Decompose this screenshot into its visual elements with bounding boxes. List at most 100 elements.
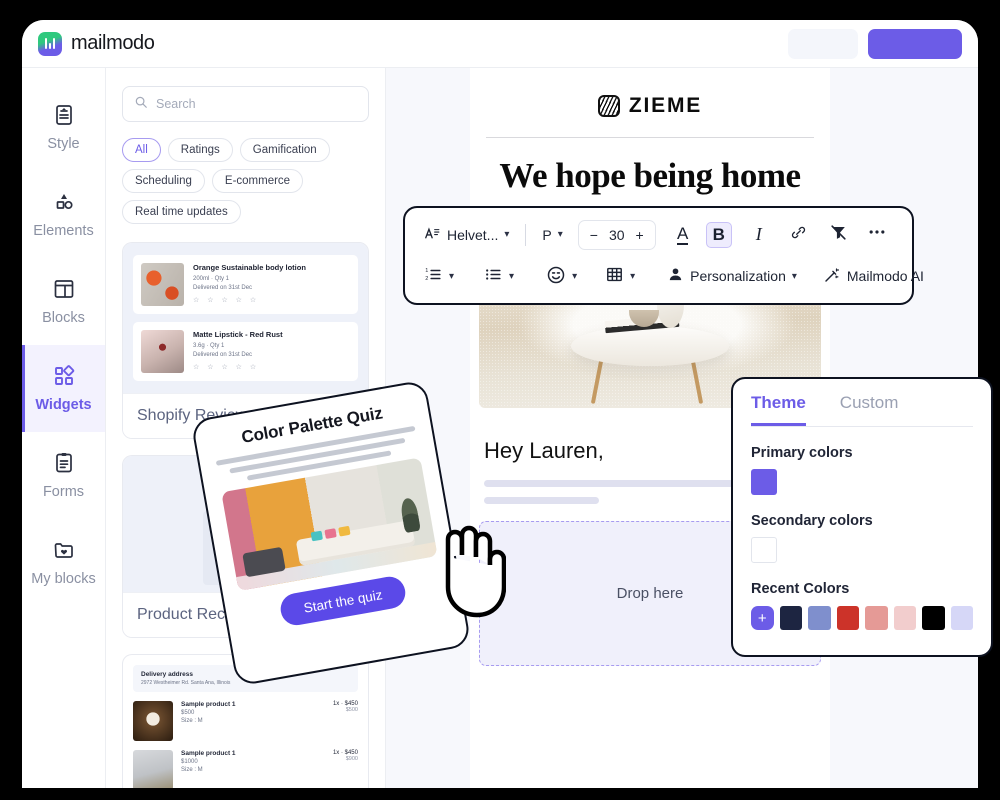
italic-button[interactable]: I [746,222,772,248]
link-button[interactable] [786,222,812,248]
decor-table-top [571,326,729,366]
app-header: mailmodo [22,20,978,68]
order-item-price: $500 [181,710,195,716]
svg-text:1: 1 [425,268,428,274]
product-meta: 3.6g · Qty 1 [193,343,225,349]
header-secondary-button[interactable] [788,28,858,59]
svg-text:2: 2 [425,276,428,282]
font-size-increment-button[interactable]: + [636,227,644,243]
table-dropdown[interactable]: ▾ [600,262,640,290]
filter-chip-gamification[interactable]: Gamification [239,138,330,162]
list-item: Matte Lipstick - Red Rust 3.6g · Qty 1 D… [133,322,358,381]
toolbar-row-1: Helvet... ▾ P ▾ − 30 + A B I [419,214,898,256]
search-input[interactable] [156,97,357,111]
ordered-list-dropdown[interactable]: 1 2 ▾ [419,262,459,290]
primary-color-swatch[interactable] [751,469,777,495]
clear-formatting-icon [829,223,848,247]
sidebar-item-style[interactable]: Style [22,84,105,171]
blocks-icon [52,277,76,301]
rating-stars[interactable]: ☆ ☆ ☆ ☆ ☆ [193,296,306,304]
start-quiz-button[interactable]: Start the quiz [278,574,408,628]
text-color-button[interactable]: A [670,222,696,248]
color-picker-panel: Theme Custom Primary colors Secondary co… [731,377,993,657]
order-item-size: Size : M [181,718,203,724]
sidebar-rail: Style Elements Blocks Widgets Forms My b… [22,68,106,788]
recent-color-swatch[interactable] [893,606,916,630]
add-color-button[interactable]: + [751,606,774,630]
tab-custom[interactable]: Custom [840,393,899,426]
filter-chip-all[interactable]: All [122,138,161,162]
recent-color-swatch[interactable] [808,606,831,630]
more-options-icon [867,222,887,247]
drop-zone-label: Drop here [616,585,684,602]
ordered-list-icon: 1 2 [424,265,443,287]
sidebar-item-widgets[interactable]: Widgets [22,345,105,432]
table-row: Sample product 1 $1000 Size : M 1x · $45… [133,750,358,788]
sidebar-label-blocks: Blocks [42,310,85,326]
tab-theme[interactable]: Theme [751,393,806,426]
mailmodo-ai-label: Mailmodo AI [846,268,924,285]
decor-table-leg [590,360,604,404]
filter-chip-real-time-updates[interactable]: Real time updates [122,200,241,224]
divider [486,137,814,138]
recent-color-swatch[interactable] [865,606,888,630]
recent-colors-label: Recent Colors [751,581,850,597]
recent-color-swatch[interactable] [950,606,973,630]
sidebar-label-my-blocks: My blocks [31,571,96,587]
product-delivery: Delivered on 31st Dec [193,285,253,291]
chevron-down-icon: ▾ [557,229,563,241]
sidebar-item-blocks[interactable]: Blocks [22,258,105,345]
personalization-dropdown[interactable]: Personalization ▾ [662,263,802,289]
bullet-list-icon [484,265,503,287]
emoji-dropdown[interactable]: ▾ [541,262,582,291]
sidebar-item-my-blocks[interactable]: My blocks [22,519,105,606]
chevron-down-icon: ▾ [449,270,455,282]
bullet-list-dropdown[interactable]: ▾ [479,262,519,290]
personalization-label: Personalization [690,268,786,285]
my-blocks-icon [52,538,76,562]
mailmodo-ai-button[interactable]: Mailmodo AI [818,263,929,290]
table-icon [605,265,624,287]
filter-chip-ratings[interactable]: Ratings [167,138,233,162]
screenshot-root: mailmodo Style Elements Blocks Widgets F… [0,0,1000,800]
recent-color-swatch[interactable] [779,606,802,630]
search-box[interactable] [122,86,369,122]
italic-label: I [755,224,762,245]
recent-color-swatch[interactable] [922,606,945,630]
recent-color-swatch[interactable] [836,606,859,630]
more-options-button[interactable] [864,222,890,248]
clear-formatting-button[interactable] [826,222,852,248]
brand-name: mailmodo [71,32,155,54]
font-size-decrement-button[interactable]: − [590,227,598,243]
filter-chip-ecommerce[interactable]: E-commerce [211,169,304,193]
sidebar-item-elements[interactable]: Elements [22,171,105,258]
paragraph-style-dropdown[interactable]: P ▾ [537,224,567,246]
sidebar-label-widgets: Widgets [35,397,92,413]
product-thumbnail [141,263,184,306]
search-icon [134,95,148,114]
product-name: Orange Sustainable body lotion [193,263,306,272]
primary-colors-label: Primary colors [751,445,853,461]
email-brand-header: ZIEME [470,68,830,118]
magic-wand-icon [823,266,841,287]
person-icon [667,266,684,286]
recent-colors-row: + [751,606,973,630]
paragraph-style-value: P [542,226,552,243]
font-family-dropdown[interactable]: Helvet... ▾ [419,222,514,248]
filter-chip-scheduling[interactable]: Scheduling [122,169,205,193]
email-headline[interactable]: We hope being home [470,156,830,196]
chevron-down-icon: ▾ [504,229,510,241]
link-icon [790,224,807,246]
sidebar-item-forms[interactable]: Forms [22,432,105,519]
zieme-monogram-icon [597,95,620,117]
rating-stars[interactable]: ☆ ☆ ☆ ☆ ☆ [193,363,283,371]
font-family-value: Helvet... [447,226,499,243]
style-icon [52,103,76,127]
font-size-stepper[interactable]: − 30 + [577,219,656,250]
secondary-color-swatch[interactable] [751,537,777,563]
forms-icon [52,451,76,475]
header-primary-button[interactable] [868,28,962,59]
bold-button[interactable]: B [705,221,732,248]
brand: mailmodo [22,31,155,56]
chevron-down-icon: ▾ [509,270,515,282]
